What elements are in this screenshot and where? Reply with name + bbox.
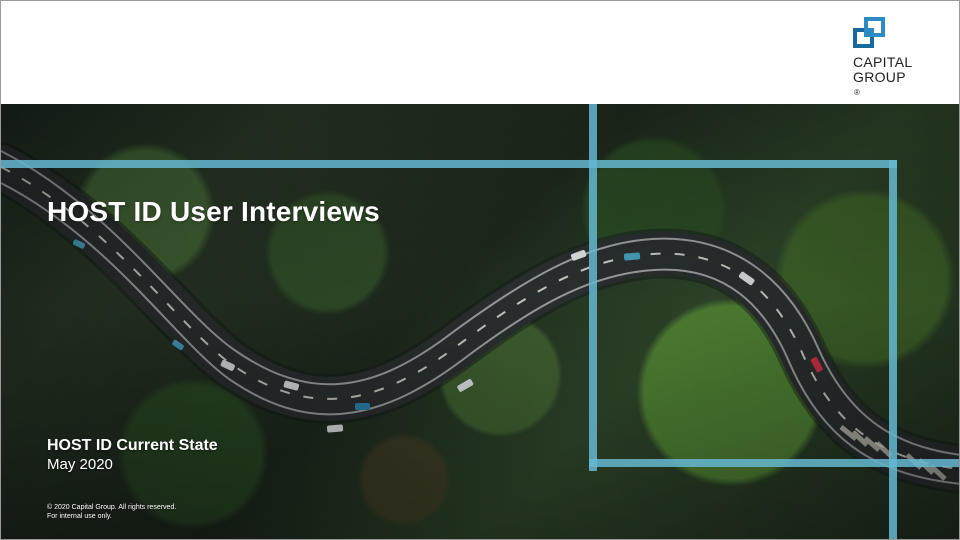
accent-line-horizontal-bottom — [589, 459, 959, 467]
accent-line-vertical-left — [589, 104, 597, 471]
copyright-text: © 2020 Capital Group. All rights reserve… — [47, 504, 177, 511]
capital-group-logo-mark-icon — [853, 17, 885, 48]
background-shade — [1, 104, 959, 539]
legal-footer: © 2020 Capital Group. All rights reserve… — [47, 503, 176, 521]
top-white-band — [1, 1, 959, 104]
presentation-slide: CAPITAL GROUP ® HOST ID User Interviews … — [0, 0, 960, 540]
capital-group-logo-text: CAPITAL GROUP ® — [853, 55, 912, 104]
logo-line-capital: CAPITAL — [853, 54, 913, 70]
capital-group-logo: CAPITAL GROUP ® — [853, 17, 933, 97]
subtitle-block: HOST ID Current State May 2020 — [47, 437, 218, 474]
logo-group-text: GROUP — [853, 69, 906, 85]
slide-date: May 2020 — [47, 456, 113, 473]
registered-mark: ® — [854, 88, 861, 97]
accent-line-horizontal-top — [1, 160, 897, 168]
slide-title: HOST ID User Interviews — [47, 196, 380, 227]
accent-line-vertical-right — [889, 160, 897, 539]
slide-subtitle: HOST ID Current State — [47, 437, 218, 454]
internal-use-text: For internal use only. — [47, 513, 112, 520]
forest-road-background — [1, 104, 959, 539]
logo-line-group: GROUP ® — [853, 70, 912, 104]
